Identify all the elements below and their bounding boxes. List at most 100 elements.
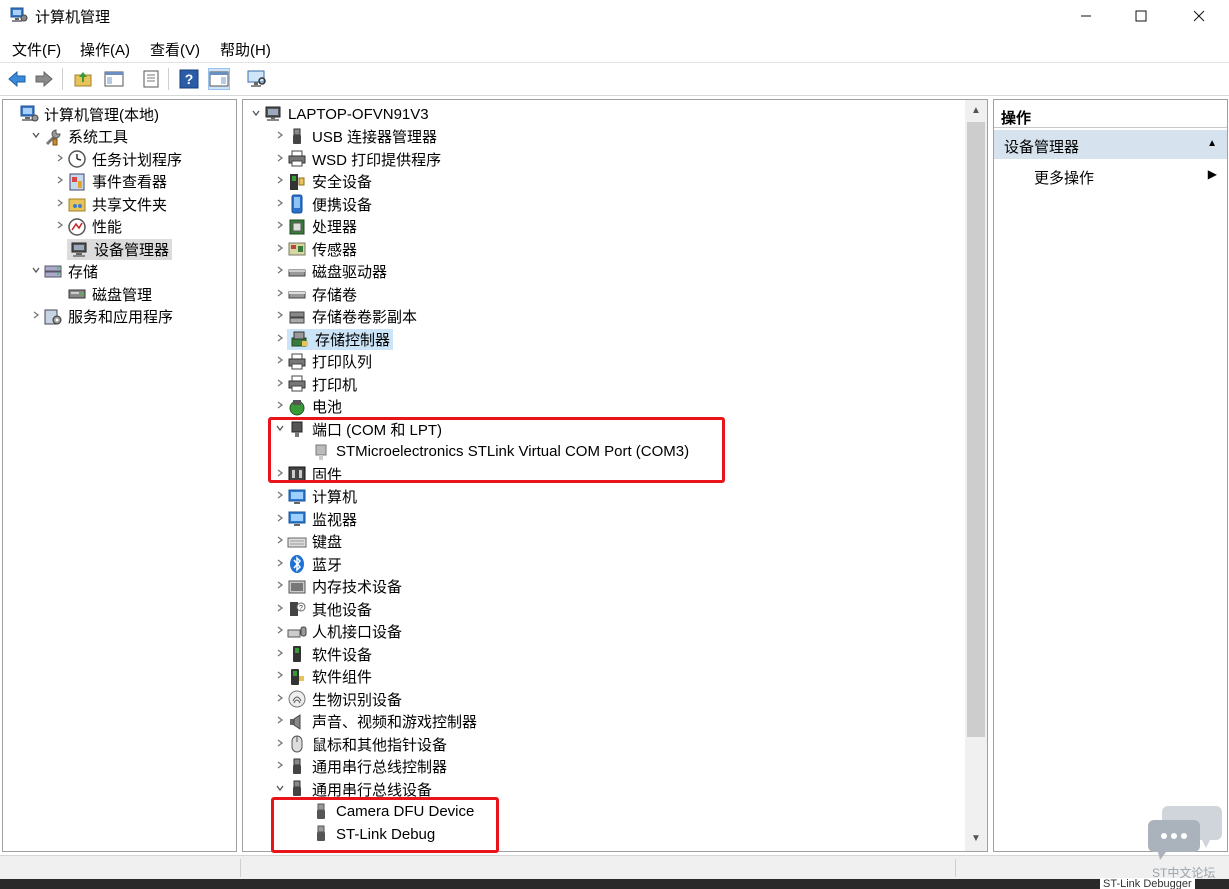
- expand-caret-right-icon[interactable]: [53, 220, 67, 233]
- action-pane-icon[interactable]: [208, 68, 230, 90]
- expand-caret-right-icon[interactable]: [273, 738, 287, 751]
- console-tree-item[interactable]: 任务计划程序: [53, 148, 182, 170]
- expand-caret-right-icon[interactable]: [53, 175, 67, 188]
- expand-caret-down-icon[interactable]: [273, 783, 287, 796]
- console-tree-item[interactable]: 计算机管理(本地): [5, 103, 159, 125]
- expand-caret-down-icon[interactable]: [29, 265, 43, 278]
- collapse-up-icon[interactable]: ▲: [1207, 138, 1217, 149]
- device-tree-item[interactable]: 安全设备: [273, 171, 372, 193]
- scroll-down-icon[interactable]: ▼: [965, 830, 987, 848]
- maximize-button[interactable]: [1118, 0, 1164, 32]
- device-tree-item[interactable]: 传感器: [273, 238, 357, 260]
- expand-caret-right-icon[interactable]: [273, 130, 287, 143]
- device-tree-item[interactable]: 打印队列: [273, 351, 372, 373]
- tree-item-label: 其他设备: [312, 601, 373, 619]
- back-arrow-icon[interactable]: [6, 68, 28, 90]
- expand-caret-right-icon[interactable]: [273, 670, 287, 683]
- expand-caret-right-icon[interactable]: [273, 513, 287, 526]
- console-tree-item[interactable]: 设备管理器: [53, 238, 173, 260]
- up-folder-icon[interactable]: [72, 68, 94, 90]
- expand-caret-down-icon[interactable]: [29, 130, 43, 143]
- device-tree-item[interactable]: 内存技术设备: [273, 576, 402, 598]
- menu-help[interactable]: 帮助(H): [220, 39, 271, 60]
- expand-caret-right-icon[interactable]: [273, 603, 287, 616]
- expand-caret-right-icon[interactable]: [273, 198, 287, 211]
- tree-item-label: 事件查看器: [92, 174, 168, 191]
- expand-caret-right-icon[interactable]: [273, 333, 287, 346]
- device-tree-item[interactable]: 监视器: [273, 508, 357, 530]
- expand-caret-right-icon[interactable]: [273, 580, 287, 593]
- menu-file[interactable]: 文件(F): [12, 39, 61, 60]
- more-actions-link[interactable]: 更多操作: [1034, 167, 1094, 188]
- expand-caret-right-icon[interactable]: [273, 243, 287, 256]
- console-tree-item[interactable]: 磁盘管理: [53, 283, 152, 305]
- console-tree-item[interactable]: 事件查看器: [53, 171, 167, 193]
- device-tree-item[interactable]: 人机接口设备: [273, 621, 402, 643]
- console-tree-item[interactable]: 存储: [29, 261, 98, 283]
- device-tree-item[interactable]: 声音、视频和游戏控制器: [273, 711, 477, 733]
- device-tree-item[interactable]: 便携设备: [273, 193, 372, 215]
- device-tree-item[interactable]: 蓝牙: [273, 553, 342, 575]
- expand-caret-right-icon[interactable]: [273, 693, 287, 706]
- expand-caret-right-icon[interactable]: [273, 400, 287, 413]
- show-hide-tree-icon[interactable]: [103, 68, 125, 90]
- expand-caret-right-icon[interactable]: [273, 355, 287, 368]
- expand-caret-right-icon[interactable]: [273, 175, 287, 188]
- device-tree-item[interactable]: 电池: [273, 396, 342, 418]
- console-tree-item[interactable]: 性能: [53, 216, 122, 238]
- device-tree-item[interactable]: 存储卷卷影副本: [273, 306, 417, 328]
- expand-caret-right-icon[interactable]: [273, 265, 287, 278]
- minimize-button[interactable]: [1063, 0, 1109, 32]
- device-tree-item[interactable]: 软件组件: [273, 666, 372, 688]
- scroll-up-icon[interactable]: ▲: [965, 102, 987, 120]
- device-tree-item[interactable]: 通用串行总线控制器: [273, 756, 447, 778]
- expand-caret-right-icon[interactable]: [273, 220, 287, 233]
- scrollbar-thumb[interactable]: [967, 122, 985, 737]
- device-tree-item[interactable]: LAPTOP-OFVN91V3: [249, 103, 429, 125]
- expand-caret-right-icon[interactable]: [273, 288, 287, 301]
- expand-caret-right-icon[interactable]: [273, 625, 287, 638]
- device-tree-item[interactable]: 存储控制器: [273, 328, 394, 350]
- device-tree-item[interactable]: 鼠标和其他指针设备: [273, 733, 447, 755]
- expand-caret-down-icon[interactable]: [249, 108, 263, 121]
- forward-arrow-icon[interactable]: [33, 68, 55, 90]
- console-tree-item[interactable]: 共享文件夹: [53, 193, 167, 215]
- device-tree-item[interactable]: 处理器: [273, 216, 357, 238]
- scan-hardware-icon[interactable]: [246, 68, 268, 90]
- device-tree-item[interactable]: 键盘: [273, 531, 342, 553]
- expand-caret-right-icon[interactable]: [53, 198, 67, 211]
- expand-caret-right-icon[interactable]: [273, 310, 287, 323]
- expand-caret-right-icon[interactable]: [273, 558, 287, 571]
- expand-caret-right-icon[interactable]: [273, 378, 287, 391]
- actions-section-device-manager[interactable]: 设备管理器 ▲: [994, 130, 1227, 159]
- submenu-arrow-icon[interactable]: ▶: [1208, 167, 1217, 181]
- expand-caret-right-icon[interactable]: [29, 310, 43, 323]
- properties-icon[interactable]: [140, 68, 162, 90]
- expand-caret-right-icon[interactable]: [273, 490, 287, 503]
- device-tree-item[interactable]: 打印机: [273, 373, 357, 395]
- close-button[interactable]: [1176, 0, 1222, 32]
- expand-caret-right-icon[interactable]: [273, 648, 287, 661]
- expand-caret-right-icon[interactable]: [273, 153, 287, 166]
- device-tree-item[interactable]: 生物识别设备: [273, 688, 402, 710]
- expand-caret-right-icon[interactable]: [273, 535, 287, 548]
- device-tree-item[interactable]: WSD 打印提供程序: [273, 148, 441, 170]
- help-icon[interactable]: ?: [178, 68, 200, 90]
- expand-caret-right-icon[interactable]: [273, 760, 287, 773]
- console-tree-item[interactable]: 服务和应用程序: [29, 306, 173, 328]
- expand-caret-right-icon[interactable]: [53, 153, 67, 166]
- menu-view[interactable]: 查看(V): [150, 39, 200, 60]
- computer-mgmt-icon: [19, 104, 39, 124]
- console-tree-pane: 计算机管理(本地) 系统工具 任务计划程序事件查看器共享文件夹 性能 设备管理器 存储 磁盘…: [2, 99, 237, 852]
- console-tree-item[interactable]: 系统工具: [29, 126, 128, 148]
- vertical-scrollbar[interactable]: ▲ ▼: [965, 100, 987, 851]
- device-tree-item[interactable]: 计算机: [273, 486, 357, 508]
- expand-caret-right-icon[interactable]: [273, 715, 287, 728]
- device-tree-item[interactable]: 磁盘驱动器: [273, 261, 387, 283]
- device-tree-item[interactable]: ? 其他设备: [273, 598, 372, 620]
- device-tree-item[interactable]: 软件设备: [273, 643, 372, 665]
- menu-action[interactable]: 操作(A): [80, 39, 130, 60]
- device-tree-item[interactable]: USB 连接器管理器: [273, 126, 437, 148]
- tree-item-label: LAPTOP-OFVN91V3: [288, 105, 429, 123]
- device-tree-item[interactable]: 存储卷: [273, 283, 357, 305]
